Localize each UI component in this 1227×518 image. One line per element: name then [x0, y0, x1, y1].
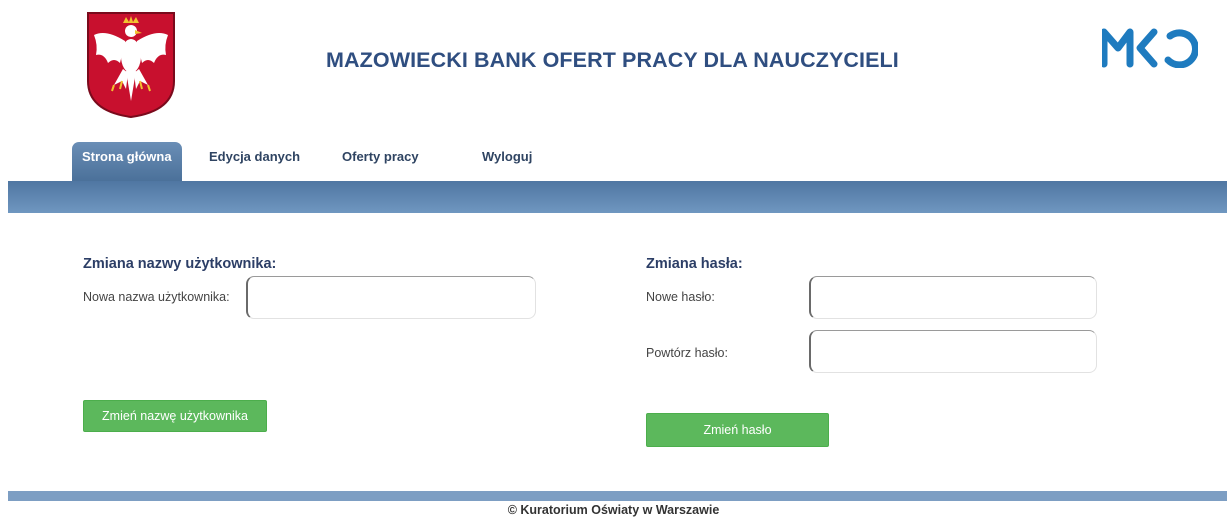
change-password-button[interactable]: Zmień hasło [646, 413, 829, 447]
footer-bar [8, 491, 1227, 501]
tab-oferty-pracy[interactable]: Oferty pracy [342, 142, 419, 182]
polish-eagle-emblem-icon [87, 12, 175, 119]
new-username-label: Nowa nazwa użytkownika: [83, 290, 230, 304]
password-section-title: Zmiana hasła: [646, 256, 743, 272]
new-password-label: Nowe hasło: [646, 290, 715, 304]
new-password-input[interactable] [809, 276, 1097, 319]
repeat-password-label: Powtórz hasło: [646, 346, 728, 360]
site-title: MAZOWIECKI BANK OFERT PRACY DLA NAUCZYCI… [326, 48, 899, 72]
tab-edycja-danych[interactable]: Edycja danych [209, 142, 300, 182]
new-username-input[interactable] [246, 276, 536, 319]
footer-copyright: © Kuratorium Oświaty w Warszawie [507, 503, 720, 517]
repeat-password-input[interactable] [809, 330, 1097, 373]
mko-logo-icon [1102, 28, 1198, 68]
page: MAZOWIECKI BANK OFERT PRACY DLA NAUCZYCI… [0, 0, 1227, 518]
nav-bar [8, 181, 1227, 213]
tab-wyloguj[interactable]: Wyloguj [482, 142, 532, 182]
change-username-button[interactable]: Zmień nazwę użytkownika [83, 400, 267, 432]
username-section-title: Zmiana nazwy użytkownika: [83, 256, 277, 272]
tab-strona-glowna[interactable]: Strona główna [72, 142, 182, 182]
